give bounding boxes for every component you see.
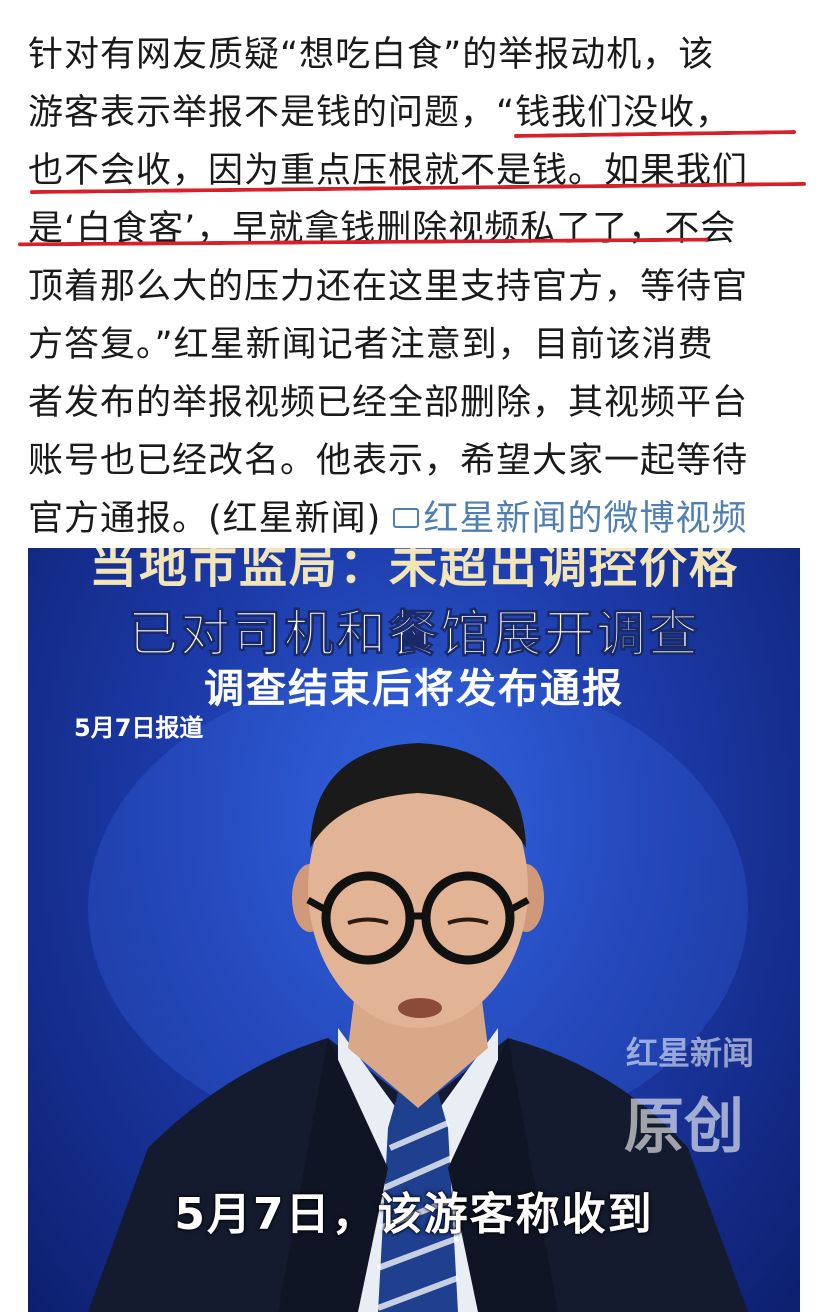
post-line-9: 官方通报。(红星新闻) 红星新闻的微博视频 (28, 490, 808, 548)
video-subtitle: 5月7日，该游客称收到 (174, 1189, 654, 1240)
embedded-video[interactable]: 当地市监局：未超出调控价格 已对司机和餐馆展开调查 调查结束后将发布通报 5月7… (28, 548, 800, 1312)
weibo-video-link[interactable]: 红星新闻的微博视频 (393, 499, 747, 539)
weibo-video-link-label: 红星新闻的微博视频 (423, 499, 748, 539)
watermark-brand: 红星新闻 (626, 1034, 755, 1072)
post-line-7: 者发布的举报视频已经全部删除，其视频平台 (28, 383, 749, 423)
video-headline-top: 当地市监局：未超出调控价格 (88, 548, 739, 594)
watermark-original: 原创 (624, 1092, 744, 1162)
post-line-1: 针对有网友质疑“想吃白食”的举报动机，该 (28, 35, 715, 75)
post-line-6: 方答复。”红星新闻记者注意到，目前该消费 (28, 325, 714, 365)
video-headline-sub: 调查结束后将发布通报 (204, 666, 624, 712)
post-line-4: 是‘白食客’，早就拿钱删除视频私了了，不会 (28, 209, 737, 249)
video-date-tag: 5月7日报道 (74, 714, 204, 742)
post-line-8: 账号也已经改名。他表示，希望大家一起等待 (28, 441, 749, 481)
post-body: 针对有网友质疑“想吃白食”的举报动机，该 游客表示举报不是钱的问题，“钱我们没收… (28, 26, 808, 548)
video-link-icon (393, 508, 420, 528)
post-line-5: 顶着那么大的压力还在这里支持官方，等待官 (28, 267, 749, 307)
post-last-line-text: 官方通报。(红星新闻) (28, 499, 382, 539)
